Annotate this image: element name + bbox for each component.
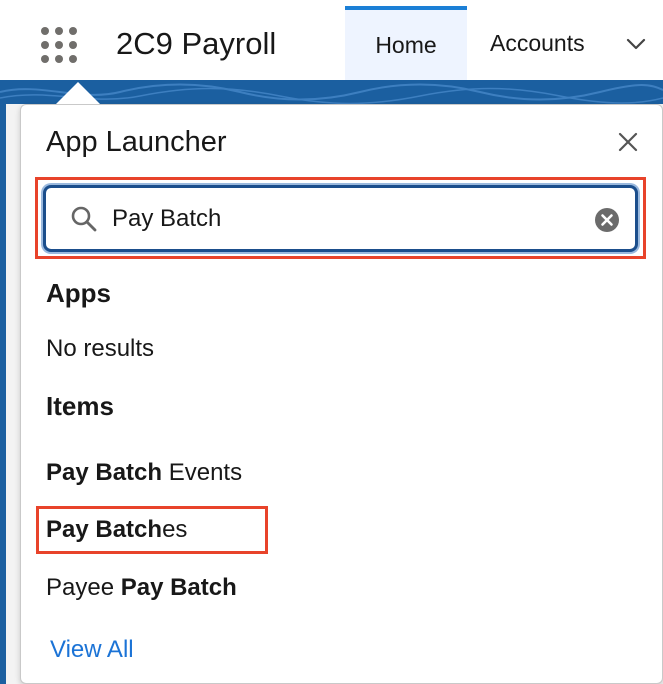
- chevron-down-icon[interactable]: [626, 38, 646, 50]
- tab-home[interactable]: Home: [345, 6, 467, 80]
- app-name: 2C9 Payroll: [116, 26, 277, 61]
- apps-heading: Apps: [46, 278, 111, 308]
- app-launcher-icon[interactable]: [38, 24, 80, 66]
- tab-accounts[interactable]: Accounts: [490, 6, 585, 80]
- panel-pointer: [56, 82, 100, 104]
- global-header: 2C9 Payroll Home Accounts: [0, 0, 663, 80]
- item-payee-pay-batch[interactable]: Payee Pay Batch: [46, 574, 237, 602]
- apps-no-results: No results: [46, 335, 155, 362]
- close-icon[interactable]: [617, 131, 639, 153]
- page-background-edge: [0, 104, 6, 684]
- clear-search-icon[interactable]: [594, 207, 620, 233]
- items-heading: Items: [46, 391, 114, 421]
- search-input-value[interactable]: Pay Batch: [112, 205, 221, 233]
- item-pay-batch-events[interactable]: Pay Batch Events: [46, 459, 242, 487]
- view-all-link[interactable]: View All: [50, 636, 134, 664]
- item-pay-batches[interactable]: Pay Batches: [46, 516, 187, 544]
- search-icon: [71, 206, 97, 232]
- panel-title: App Launcher: [46, 126, 227, 158]
